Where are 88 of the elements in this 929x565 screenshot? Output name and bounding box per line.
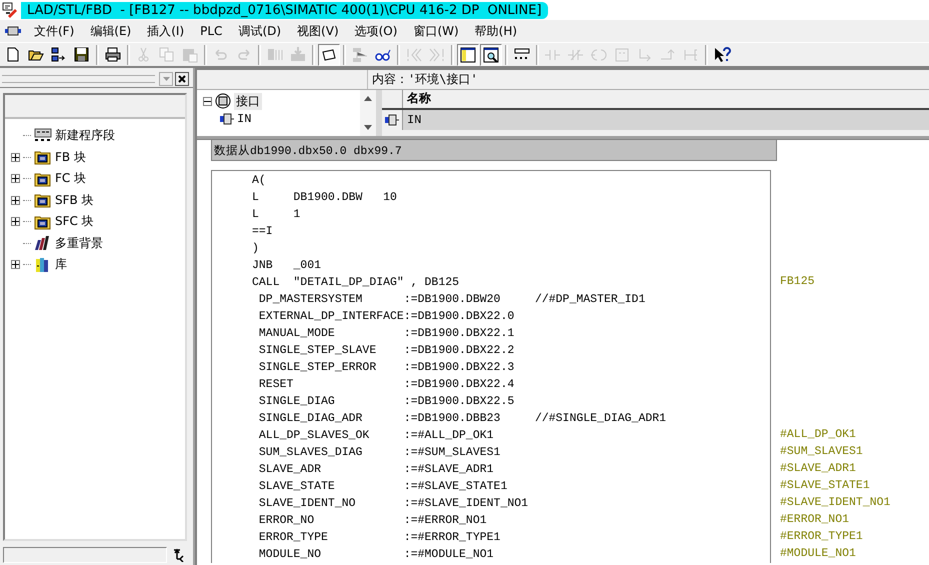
expand-box[interactable] — [11, 152, 20, 162]
code-line: EXTERNAL_DP_INTERFACE:=DB1900.DBX22.0 — [258, 309, 516, 325]
code-line: L 1 — [252, 207, 302, 223]
symbol-annotation: #ALL_DP_OK1 — [779, 427, 857, 443]
menu-item[interactable]: 视图(V) — [289, 20, 347, 42]
tag-button[interactable] — [318, 44, 340, 66]
network-comment: 数据从db1990.dbx50.0 dbx99.7 — [211, 140, 777, 161]
copy-icon — [158, 46, 176, 64]
menu-item[interactable]: 编辑(E) — [82, 20, 140, 42]
code-line: SINGLE_DIAG_ADR :=DB1900.DBB23 //#SINGLE_DIAG_ADR1 — [258, 411, 668, 427]
tree-item[interactable]: 多重背景 — [55, 234, 103, 252]
tree-item[interactable]: 接口 — [234, 92, 262, 110]
block-folder-icon — [34, 170, 52, 187]
symbol-annotation: #SLAVE_IDENT_NO1 — [779, 495, 892, 511]
block-folder-icon — [34, 149, 52, 166]
tree-item[interactable]: SFB 块 — [55, 192, 94, 209]
code-line: ERROR_TYPE :=#ERROR_TYPE1 — [258, 530, 502, 546]
symbol-annotation: #MODULE_NO1 — [779, 546, 857, 562]
expand-box[interactable] — [11, 260, 20, 270]
tree-item[interactable]: 新建程序段 — [55, 127, 115, 144]
symbol-annotation: #ERROR_TYPE1 — [779, 529, 864, 545]
interface-icon — [214, 93, 232, 109]
code-line: ALL_DP_SLAVES_OK :=#ALL_DP_OK1 — [258, 428, 495, 444]
table-row[interactable]: IN — [402, 110, 929, 130]
network-icon — [351, 46, 369, 64]
help-icon — [713, 46, 731, 64]
zoom-window-button[interactable] — [480, 44, 502, 66]
expand-box[interactable] — [11, 174, 20, 184]
window-title: LAD/STL/FBD - [FB127 -- bbdpzd_0716\SIMATIC 400(1)\CPU 416-2 DP ONLINE] — [21, 2, 548, 18]
expand-box[interactable] — [11, 196, 20, 205]
code-line: SINGLE_DIAG :=DB1900.DBX22.5 — [258, 394, 516, 410]
port-icon — [384, 114, 400, 126]
printer-icon — [104, 46, 122, 64]
code-line: SLAVE_ADR :=#SLAVE_ADR1 — [258, 462, 495, 478]
menu-item[interactable]: 窗口(W) — [405, 20, 467, 42]
books-icon — [34, 235, 52, 252]
scroll-up-icon[interactable] — [364, 96, 372, 101]
code-line: MANUAL_MODE :=DB1900.DBX22.1 — [258, 326, 516, 342]
code-line: L DB1900.DBW 10 — [252, 190, 398, 206]
menu-item[interactable]: PLC — [192, 22, 230, 40]
content-path: 内容：'环境\接口' — [371, 71, 478, 88]
code-line: SLAVE_STATE :=#SLAVE_STATE1 — [258, 479, 508, 495]
tree-item[interactable]: SFC 块 — [55, 213, 94, 230]
menu-item[interactable]: 选项(O) — [346, 20, 406, 42]
tree-item[interactable]: 库 — [55, 256, 67, 274]
code-line: JNB _001 — [252, 258, 322, 274]
port-icon — [219, 113, 235, 125]
code-line: ) — [252, 241, 260, 257]
zoom-window-icon — [482, 46, 500, 64]
code-line: RESET :=DB1900.DBX22.4 — [258, 377, 516, 393]
block-folder-icon — [34, 214, 52, 230]
box-icon — [613, 46, 631, 64]
document-icon[interactable] — [4, 25, 22, 37]
network-segment-icon — [34, 128, 52, 144]
collapse-box[interactable] — [203, 96, 212, 106]
menu-item[interactable]: 调试(D) — [230, 20, 290, 42]
tree-item[interactable]: FC 块 — [55, 170, 86, 188]
symbol-annotation: #SLAVE_STATE1 — [779, 478, 871, 494]
code-line: CALL ″DETAIL_DP_DIAG″ , DB125 — [252, 275, 460, 291]
block-folder-icon — [34, 192, 52, 208]
menu-item[interactable]: 插入(I) — [139, 20, 192, 42]
tree-item[interactable]: FB 块 — [55, 148, 86, 166]
code-line: ERROR_NO :=#ERROR_NO1 — [258, 513, 488, 529]
code-line: A( — [252, 173, 267, 189]
code-line: MODULE_NO :=#MODULE_NO1 — [258, 547, 495, 563]
download-icon — [289, 46, 307, 64]
code-line: SLAVE_IDENT_NO :=#SLAVE_IDENT_NO1 — [258, 496, 530, 512]
close-icon[interactable] — [178, 75, 186, 83]
code-line: SINGLE_STEP_SLAVE :=DB1900.DBX22.2 — [258, 343, 516, 359]
column-header: 名称 — [406, 90, 431, 107]
panel-button[interactable] — [457, 44, 479, 66]
tree-item[interactable]: IN — [237, 112, 252, 126]
symbol-annotation: #SLAVE_ADR1 — [779, 461, 857, 477]
panel-icon — [459, 46, 477, 64]
code-line: ==I — [252, 224, 274, 240]
expand-box[interactable] — [11, 217, 20, 226]
menu-item[interactable]: 帮助(H) — [466, 20, 526, 42]
code-line: DP_MASTERSYSTEM :=DB1900.DBW20 //#DP_MASTER_ID1 — [258, 292, 646, 308]
computer-arrow-icon — [50, 46, 68, 64]
scroll-down-icon[interactable] — [364, 125, 372, 130]
symbol-annotation: #ERROR_NO1 — [779, 512, 850, 528]
menu-item[interactable]: 文件(F) — [26, 20, 82, 42]
code-line: SUM_SLAVES_DIAG :=#SUM_SLAVES1 — [258, 445, 502, 461]
symbol-annotation: FB125 — [779, 274, 816, 290]
panel-grip[interactable] — [2, 75, 155, 83]
save-icon — [73, 46, 91, 64]
symbol-annotation: #SUM_SLAVES1 — [779, 444, 864, 460]
code-line: SINGLE_STEP_ERROR :=DB1900.DBX22.3 — [258, 360, 516, 376]
